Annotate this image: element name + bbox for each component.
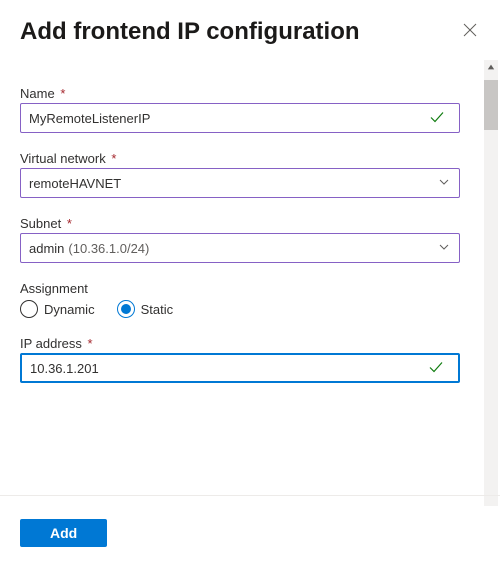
chevron-down-icon — [437, 240, 451, 257]
vnet-value: remoteHAVNET — [29, 176, 121, 191]
required-asterisk: * — [60, 86, 65, 101]
radio-off-icon — [20, 300, 38, 318]
name-label: Name * — [20, 86, 460, 101]
assignment-static-radio[interactable]: Static — [117, 300, 174, 318]
subnet-select[interactable]: admin (10.36.1.0/24) — [20, 233, 460, 263]
footer-divider — [0, 495, 500, 496]
page-title: Add frontend IP configuration — [20, 18, 360, 46]
assignment-label: Assignment — [20, 281, 460, 296]
radio-on-icon — [117, 300, 135, 318]
subnet-label: Subnet * — [20, 216, 460, 231]
chevron-down-icon — [437, 175, 451, 192]
name-input[interactable] — [29, 111, 429, 126]
check-icon — [428, 359, 444, 378]
vnet-label: Virtual network * — [20, 151, 460, 166]
subnet-value: admin (10.36.1.0/24) — [29, 241, 149, 256]
required-asterisk: * — [67, 216, 72, 231]
name-input-wrap — [20, 103, 460, 133]
vnet-select[interactable]: remoteHAVNET — [20, 168, 460, 198]
required-asterisk: * — [88, 336, 93, 351]
ip-input-wrap — [20, 353, 460, 383]
add-button[interactable]: Add — [20, 519, 107, 547]
required-asterisk: * — [111, 151, 116, 166]
ip-input[interactable] — [30, 361, 428, 376]
close-icon — [462, 22, 478, 41]
radio-label-dynamic: Dynamic — [44, 302, 95, 317]
ip-label: IP address * — [20, 336, 460, 351]
assignment-dynamic-radio[interactable]: Dynamic — [20, 300, 95, 318]
radio-label-static: Static — [141, 302, 174, 317]
close-button[interactable] — [458, 18, 482, 45]
check-icon — [429, 109, 445, 128]
